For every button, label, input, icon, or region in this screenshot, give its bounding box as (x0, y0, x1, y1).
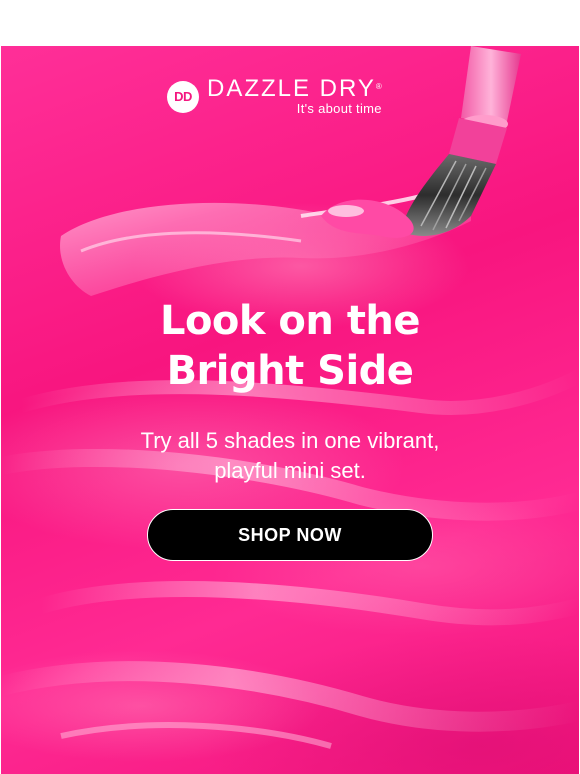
hero-subheading: Try all 5 shades in one vibrant, playful… (1, 426, 579, 486)
hero-banner[interactable]: DD DAZZLE DRY® It's about time Look on t… (1, 46, 579, 774)
brand-name-text: DAZZLE DRY (207, 75, 376, 102)
headline-line-1: Look on the (159, 298, 421, 344)
shop-now-button[interactable]: SHOP NOW (147, 509, 433, 561)
brand-badge-icon: DD (167, 80, 199, 113)
brand-tagline: It's about time (296, 101, 382, 116)
brand-logo[interactable]: DD DAZZLE DRY® It's about time (167, 77, 382, 116)
nail-polish-brush-icon (321, 46, 521, 238)
hero-headline: Look on the Bright Side (1, 296, 579, 396)
subhead-line-2: playful mini set. (214, 458, 366, 483)
brand-wordmark: DAZZLE DRY® It's about time (207, 77, 382, 116)
brand-name: DAZZLE DRY® (207, 77, 382, 101)
subhead-line-1: Try all 5 shades in one vibrant, (140, 428, 440, 453)
trademark-symbol: ® (375, 82, 382, 91)
headline-line-2: Bright Side (166, 348, 414, 394)
